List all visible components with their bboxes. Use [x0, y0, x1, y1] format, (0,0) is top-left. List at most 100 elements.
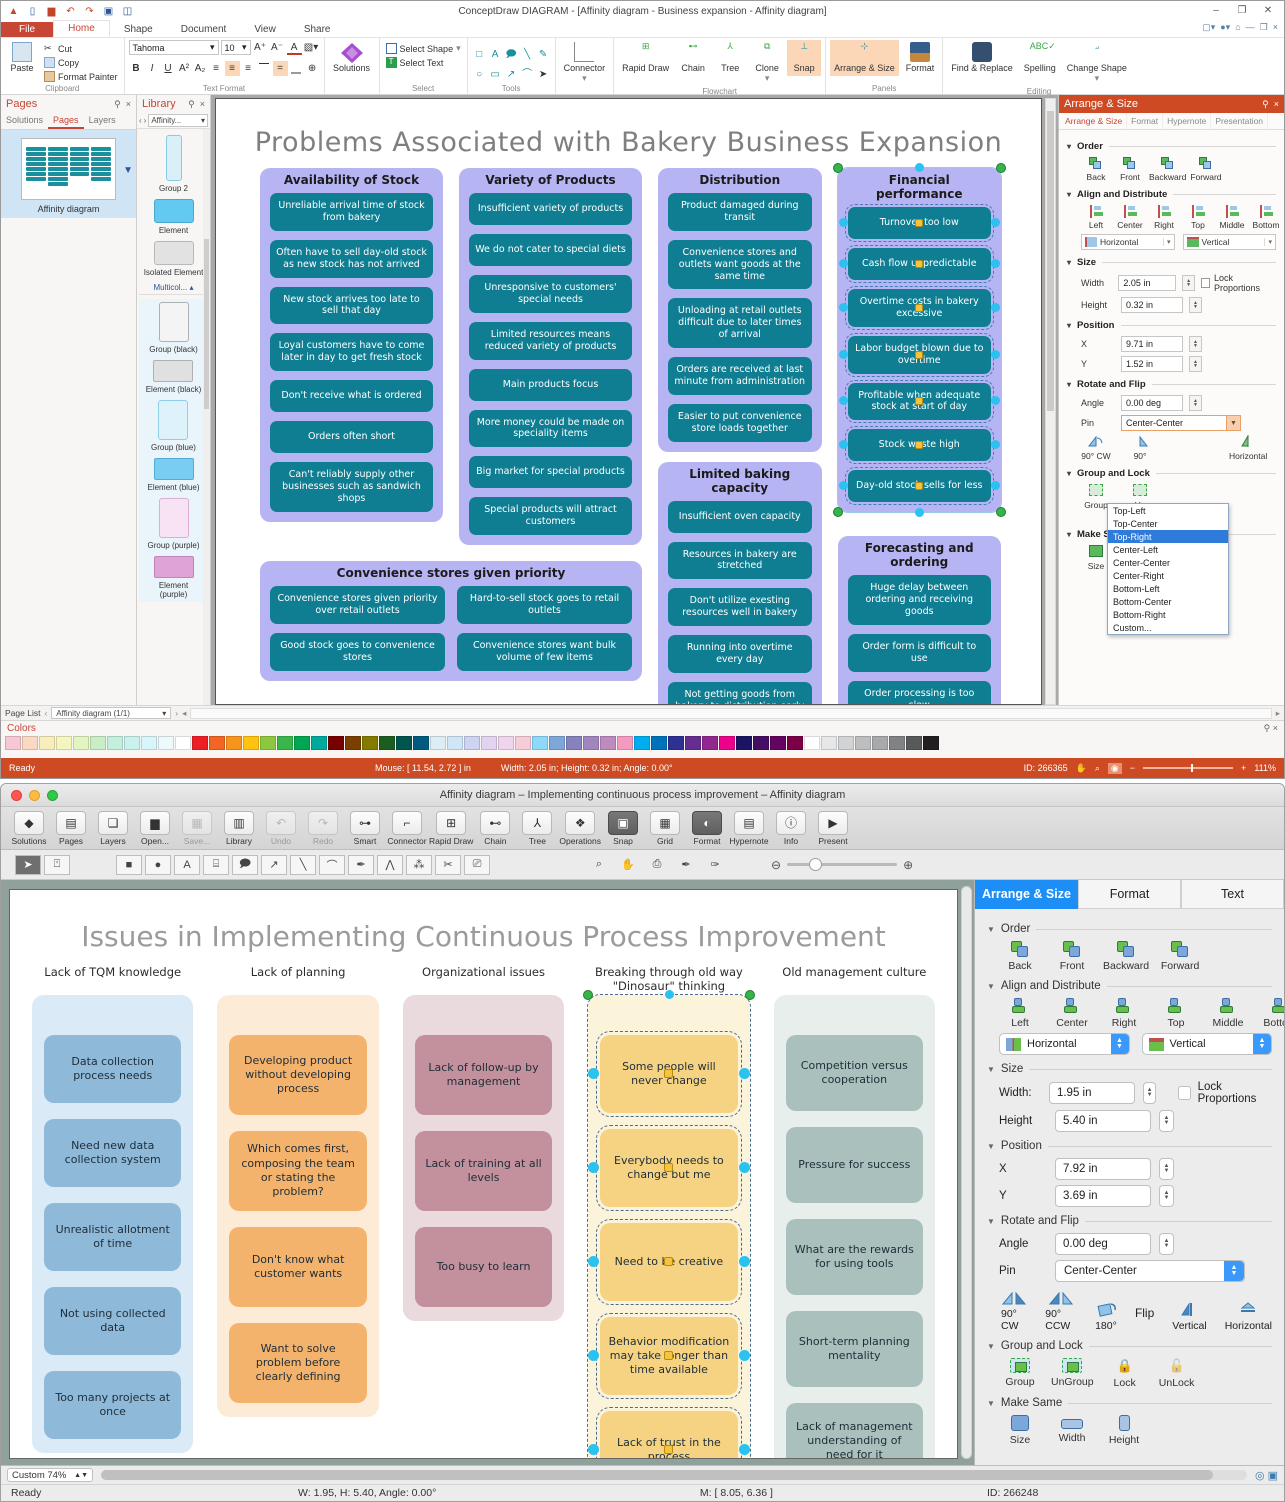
align-button[interactable]: Bottom [1259, 998, 1284, 1029]
affinity-card[interactable]: Insufficient variety of products [469, 193, 632, 225]
pin-dropdown-list[interactable]: Top-LeftTop-CenterTop-RightCenter-LeftCe… [1107, 503, 1229, 635]
affinity-card[interactable]: Order processing is too slow [848, 681, 992, 705]
affinity-card[interactable]: Developing product without developing pr… [229, 1035, 366, 1115]
rotation-pin-icon[interactable] [664, 1069, 673, 1078]
affinity-card[interactable]: What are the rewards for using tools [786, 1219, 923, 1295]
affinity-card-selected[interactable]: Some people will never change [600, 1035, 737, 1113]
textbox-tool-icon[interactable]: ⌸ [203, 855, 229, 875]
color-swatch[interactable] [158, 736, 174, 750]
rotate-90cw-button[interactable]: 90° CW [1081, 435, 1111, 461]
close-panel-icon[interactable]: × [1273, 723, 1278, 733]
underline-icon[interactable]: U [161, 61, 176, 76]
color-swatch[interactable] [260, 736, 276, 750]
library-item[interactable]: Element (purple) [145, 556, 202, 599]
tab-file[interactable]: File [1, 22, 53, 37]
align-left-icon[interactable]: ≡ [209, 61, 224, 76]
mac-toolbar-button[interactable]: ❖ Operations [559, 811, 601, 846]
color-swatch[interactable] [566, 736, 582, 750]
affinity-card-selected[interactable]: Cash flow unpredictable [848, 248, 992, 280]
color-swatch[interactable] [277, 736, 293, 750]
chain-button[interactable]: ⊷Chain [676, 40, 710, 76]
font-color-icon[interactable]: A [287, 40, 302, 55]
position-x-stepper[interactable]: ▲▼ [1159, 1158, 1174, 1180]
order-button[interactable]: Back [1081, 157, 1111, 182]
panel-tab-hypernote[interactable]: Hypernote [1163, 113, 1211, 129]
group-availability-of-stock[interactable]: Availability of Stock Unreliable arrival… [260, 168, 443, 522]
section-align[interactable]: Align and Distribute [987, 980, 1272, 992]
angle-stepper[interactable]: ▲▼ [1159, 1233, 1174, 1255]
valign-bottom-icon[interactable]: ⎽ [289, 61, 304, 76]
add-node-tool-icon[interactable]: ⁂ [406, 855, 432, 875]
format-painter-button[interactable]: Format Painter [42, 70, 120, 83]
superscript-icon[interactable]: A² [177, 61, 192, 76]
group-forecasting-and-ordering[interactable]: Forecasting and ordering Huge delay betw… [838, 536, 1002, 705]
mac-tab-arrange-size[interactable]: Arrange & Size [975, 880, 1078, 909]
color-swatch[interactable] [141, 736, 157, 750]
thumb-dropdown-icon[interactable]: ▼ [123, 165, 133, 176]
tab-shape[interactable]: Shape [110, 22, 167, 37]
tab-document[interactable]: Document [167, 22, 241, 37]
clone-button[interactable]: ⧉Clone▾ [750, 40, 784, 86]
distribute-vertical-select[interactable]: Vertical▾ [1183, 234, 1277, 250]
affinity-card[interactable]: New stock arrives too late to sell that … [270, 287, 433, 325]
close-button[interactable]: ✕ [1256, 3, 1280, 19]
rotate-90ccw-button[interactable]: 90° [1125, 435, 1155, 461]
page-thumbnail[interactable]: ▼ Affinity diagram [1, 130, 136, 218]
column-old-management-culture[interactable]: Old management culture Competition versu… [774, 995, 935, 1459]
pin-dropdown-option[interactable]: Top-Center [1108, 517, 1228, 530]
selection-handle[interactable] [745, 990, 755, 1000]
mac-toolbar-button[interactable]: ▦ Grid [645, 811, 685, 846]
position-y-stepper[interactable]: ▲▼ [1189, 356, 1202, 372]
line-tool-icon[interactable]: ╲ [520, 47, 535, 62]
order-button[interactable]: Forward [1190, 157, 1221, 182]
rotation-pin-icon[interactable] [915, 260, 923, 268]
affinity-card[interactable]: Competition versus cooperation [786, 1035, 923, 1111]
order-button[interactable]: Front [1051, 941, 1093, 972]
canvas-vertical-scrollbar[interactable] [1045, 98, 1056, 705]
rotation-pin-icon[interactable] [915, 304, 923, 312]
scissors-tool-icon[interactable]: ✂ [435, 855, 461, 875]
affinity-card-selected[interactable]: Behavior modification may take longer th… [600, 1317, 737, 1395]
rotation-pin-icon[interactable] [915, 219, 923, 227]
spelling-button[interactable]: ABC✓Spelling [1020, 40, 1060, 76]
snap-button[interactable]: ⊥Snap [787, 40, 821, 76]
color-swatch[interactable] [634, 736, 650, 750]
align-button[interactable]: Center [1115, 205, 1145, 230]
color-swatch[interactable] [345, 736, 361, 750]
search-icon[interactable]: ⌕ [586, 855, 612, 875]
affinity-card[interactable]: Can't reliably supply other businesses s… [270, 462, 433, 512]
library-item[interactable]: Group (purple) [147, 498, 199, 550]
color-swatch[interactable] [396, 736, 412, 750]
image-tool-icon[interactable]: ▭ [488, 67, 503, 82]
pen-tool-icon[interactable]: ✎ [536, 47, 551, 62]
rectangle-tool-icon[interactable]: ■ [116, 855, 142, 875]
italic-icon[interactable]: I [145, 61, 160, 76]
affinity-card[interactable]: Not using collected data [44, 1287, 181, 1355]
selection-handle[interactable] [915, 508, 924, 517]
panel-tab-presentation[interactable]: Presentation [1211, 113, 1268, 129]
color-swatch[interactable] [515, 736, 531, 750]
affinity-card[interactable]: Don't know what customer wants [229, 1227, 366, 1307]
affinity-card[interactable]: Product damaged during transit [668, 193, 812, 231]
color-swatch[interactable] [107, 736, 123, 750]
ellipse-tool-icon[interactable]: ● [145, 855, 171, 875]
page-prev-icon[interactable]: ‹ [44, 708, 47, 718]
color-swatch[interactable] [719, 736, 735, 750]
position-y-input[interactable]: 1.52 in [1121, 356, 1183, 372]
flip-vertical-button[interactable]: Vertical [1172, 1302, 1206, 1332]
format-panel-button[interactable]: Format [902, 40, 939, 76]
mac-toolbar-button[interactable]: ⅄ Tree [517, 811, 557, 846]
position-x-stepper[interactable]: ▲▼ [1189, 336, 1202, 352]
mac-toolbar-button[interactable]: ▤ Pages [51, 811, 91, 846]
text-select-tool-icon[interactable]: ⍞ [44, 855, 70, 875]
affinity-card[interactable]: Want to solve problem before clearly def… [229, 1323, 366, 1403]
bold-icon[interactable]: B [129, 61, 144, 76]
group-financial-performance[interactable]: Financial performance Turnover too lowCa… [838, 168, 1002, 512]
pin-dropdown-option[interactable]: Center-Right [1108, 569, 1228, 582]
pin-icon[interactable]: ⚲ [188, 99, 195, 110]
angle-input[interactable]: 0.00 deg [1121, 395, 1183, 411]
library-item[interactable]: Element (blue) [147, 458, 199, 492]
affinity-card[interactable]: Lack of follow-up by management [415, 1035, 552, 1115]
affinity-card[interactable]: Unresponsive to customers' special needs [469, 275, 632, 313]
font-size-select[interactable]: 10▾ [221, 40, 251, 55]
